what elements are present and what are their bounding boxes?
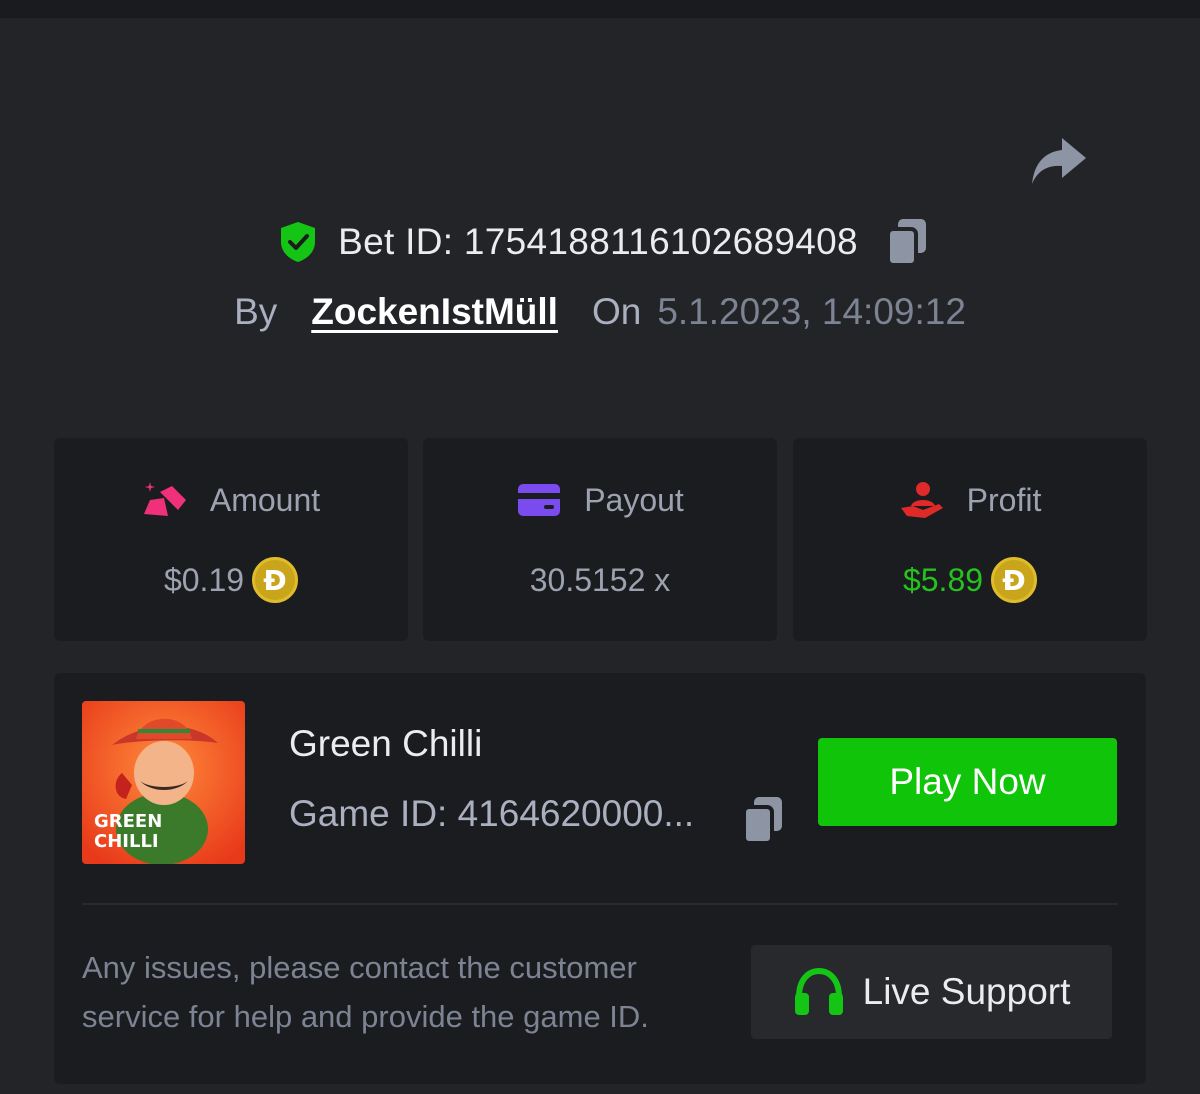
amount-value: $0.19	[163, 561, 245, 598]
play-now-button[interactable]: Play Now	[818, 738, 1117, 826]
divider	[82, 903, 1118, 905]
live-support-button[interactable]: Live Support	[751, 945, 1112, 1039]
bet-id-prefix: Bet ID:	[338, 221, 464, 262]
profit-card: Profit $5.89 Ð	[793, 438, 1147, 641]
payout-value: 30.5152 x	[529, 561, 671, 598]
bet-id-row: Bet ID: 1754188116102689408	[0, 213, 1200, 271]
dogecoin-icon: Ð	[252, 557, 299, 603]
support-notice: Any issues, please contact the customer …	[82, 950, 649, 1034]
game-id: Game ID: 4164620000...	[289, 793, 695, 834]
thumb-text-green: GREEN	[94, 811, 162, 832]
bet-meta-row: By ZockenIstMüll On 5.1.2023, 14:09:12	[0, 288, 1200, 336]
headset-icon	[794, 967, 843, 1015]
amount-card: Amount $0.19 Ð	[54, 438, 408, 641]
profit-hand-icon	[900, 482, 943, 518]
thumb-text-chilli: CHILLI	[94, 831, 159, 852]
live-support-label: Live Support	[862, 971, 1071, 1012]
game-name: Green Chilli	[289, 723, 483, 764]
copy-game-id-icon[interactable]	[740, 795, 786, 845]
on-label: On	[591, 291, 642, 332]
share-icon[interactable]	[1028, 134, 1088, 186]
top-bar	[0, 0, 1200, 18]
payout-title: Payout	[584, 481, 684, 518]
by-label: By	[234, 291, 278, 332]
game-thumbnail[interactable]: GREEN CHILLI	[82, 701, 245, 864]
payout-card: Payout 30.5152 x	[423, 438, 777, 641]
bet-id-label: Bet ID: 1754188116102689408	[338, 221, 858, 263]
game-panel: GREEN CHILLI Green Chilli Game ID: 41646…	[54, 673, 1146, 1084]
amount-title: Amount	[209, 481, 321, 518]
profit-value: $5.89	[902, 561, 984, 598]
amount-icon	[143, 482, 186, 516]
profit-title: Profit	[966, 481, 1042, 518]
verified-shield-icon	[281, 222, 316, 262]
coin-symbol: Ð	[263, 563, 287, 597]
dogecoin-icon: Ð	[991, 557, 1038, 603]
username-link[interactable]: ZockenIstMüll	[311, 291, 558, 333]
copy-bet-id-icon[interactable]	[884, 217, 930, 267]
bet-date: 5.1.2023, 14:09:12	[657, 291, 966, 332]
payout-card-icon	[518, 484, 561, 516]
coin-symbol: Ð	[1002, 563, 1026, 597]
bet-id-value: 1754188116102689408	[463, 221, 858, 262]
